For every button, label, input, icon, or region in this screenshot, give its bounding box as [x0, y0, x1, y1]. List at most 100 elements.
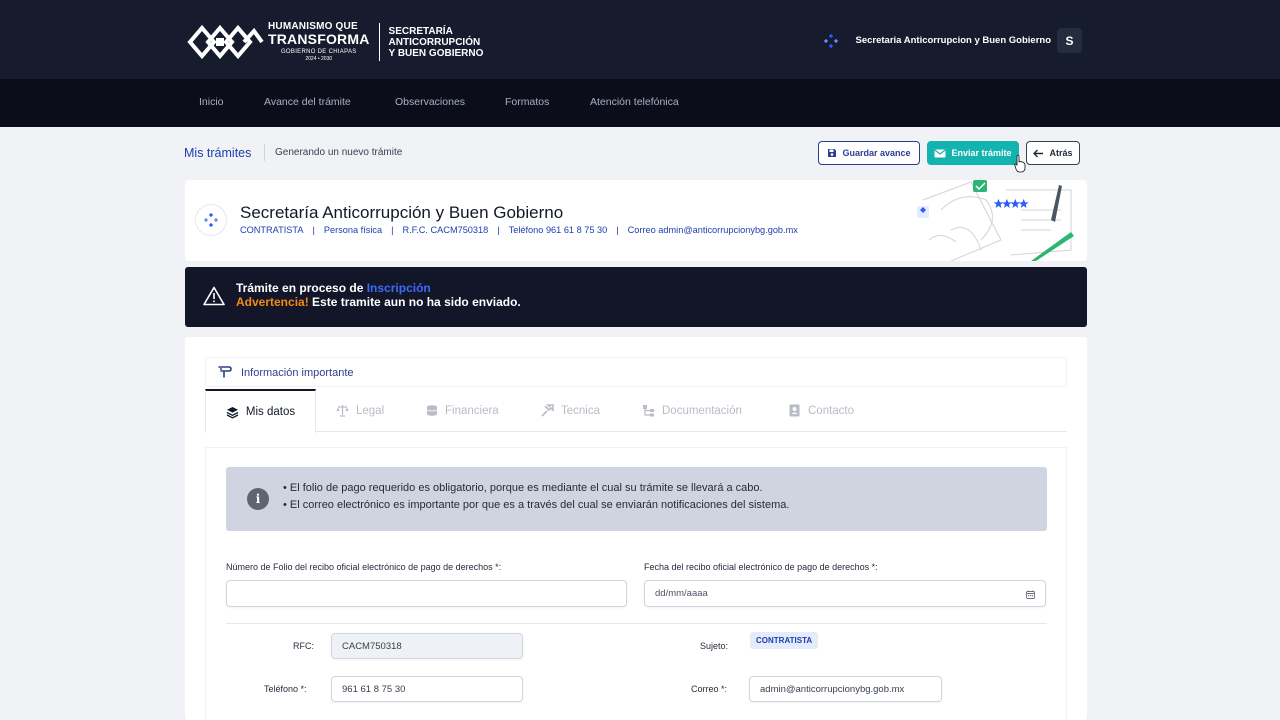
envelope-icon — [934, 149, 947, 157]
tools-icon — [541, 404, 554, 417]
nav-item-atencion[interactable]: Atención telefónica — [590, 96, 679, 108]
mouse-pointer-icon — [1014, 155, 1026, 173]
entity-type: CONTRATISTA — [240, 225, 304, 235]
fecha-label: Fecha del recibo oficial electrónico de … — [644, 562, 878, 572]
avatar[interactable]: S — [1057, 28, 1082, 53]
section-tabs: Mis datos Legal Financiera Tecnica Docum… — [205, 389, 1067, 433]
info-notice: i • El folio de pago requerido es obliga… — [226, 467, 1047, 531]
telefono-input[interactable]: 961 61 8 75 30 — [331, 676, 523, 702]
diamond-dots-icon — [823, 33, 838, 48]
important-info-label: Información importante — [241, 367, 354, 379]
entity-person-type: Persona física — [323, 225, 383, 235]
logo-divider — [378, 23, 380, 61]
main-nav: Inicio Avance del trámite Observaciones … — [0, 79, 1280, 127]
scale-icon — [336, 405, 349, 417]
notice-line2: • El correo electrónico es importante po… — [283, 499, 790, 511]
tab-tecnica[interactable]: Tecnica — [541, 389, 600, 432]
floppy-disk-icon — [828, 149, 837, 157]
send-procedure-label: Enviar trámite — [951, 148, 1012, 158]
breadcrumb-mis-tramites[interactable]: Mis trámites — [184, 146, 251, 160]
alert-status-line: Trámite en proceso de Inscripción — [236, 281, 431, 295]
meta-separator: | — [616, 225, 619, 235]
tab-content: i • El folio de pago requerido es obliga… — [205, 447, 1067, 720]
sujeto-label: Sujeto: — [700, 641, 729, 651]
entity-email: Correo admin@anticorrupcionybg.gob.mx — [627, 225, 798, 235]
sitemap-icon — [643, 405, 654, 417]
tab-documentacion-label: Documentación — [662, 404, 742, 417]
logo-line3: GOBIERNO DE CHIAPAS — [280, 49, 357, 55]
form-divider — [226, 623, 1047, 624]
alert-status-prefix: Trámite en proceso de — [236, 281, 367, 295]
save-progress-button[interactable]: Guardar avance — [818, 141, 920, 165]
info-icon: i — [247, 488, 269, 510]
back-label: Atrás — [1049, 148, 1073, 158]
logo-line2: TRANSFORMA — [268, 31, 370, 47]
rfc-label: RFC: — [293, 641, 314, 651]
arrow-left-icon — [1033, 149, 1044, 157]
fecha-placeholder: dd/mm/aaaa — [655, 588, 708, 599]
meta-separator: | — [391, 225, 394, 235]
org-name: SECRETARÍA ANTICORRUPCIÓN Y BUEN GOBIERN… — [389, 26, 484, 59]
tab-contacto-label: Contacto — [808, 404, 855, 417]
tab-contacto[interactable]: Contacto — [788, 389, 854, 432]
sujeto-badge: CONTRATISTA — [750, 632, 819, 649]
coins-icon — [426, 405, 438, 416]
tab-financiera[interactable]: Financiera — [425, 389, 499, 432]
alert-warning-text: Este tramite aun no ha sido enviado. — [308, 295, 521, 309]
nav-item-formatos[interactable]: Formatos — [505, 96, 549, 108]
org-line1: SECRETARÍA — [388, 25, 453, 37]
logo-icon — [187, 24, 264, 60]
important-info-link[interactable]: Información importante — [205, 357, 1067, 387]
main-panel: Información importante Mis datos Legal F… — [185, 337, 1087, 720]
meta-separator: | — [312, 225, 315, 235]
correo-input[interactable]: admin@anticorrupcionybg.gob.mx — [749, 676, 942, 702]
tab-mis-datos[interactable]: Mis datos — [205, 389, 316, 433]
alert-status-type: Inscripción — [366, 281, 431, 295]
entity-meta: CONTRATISTA | Persona física | R.F.C. CA… — [240, 225, 798, 235]
logo[interactable]: HUMANISMO QUE TRANSFORMA GOBIERNO DE CHI… — [186, 20, 483, 64]
telefono-label: Teléfono *: — [264, 684, 307, 694]
user-name: Secretaria Anticorrupcion y Buen Gobiern… — [855, 35, 1052, 46]
logo-line4: 2024 • 2030 — [305, 56, 333, 62]
entity-title: Secretaría Anticorrupción y Buen Gobiern… — [240, 203, 564, 222]
folio-label: Número de Folio del recibo oficial elect… — [226, 562, 502, 572]
folio-input[interactable] — [226, 580, 627, 607]
tab-documentacion[interactable]: Documentación — [642, 389, 742, 432]
breadcrumb-current: Generando un nuevo trámite — [275, 147, 403, 158]
calendar-icon[interactable] — [1026, 590, 1035, 599]
save-progress-label: Guardar avance — [842, 148, 911, 158]
meta-separator: | — [497, 225, 500, 235]
alert-warning-line: Advertencia! Este tramite aun no ha sido… — [236, 295, 521, 309]
top-header: HUMANISMO QUE TRANSFORMA GOBIERNO DE CHI… — [0, 0, 1280, 79]
rfc-input[interactable]: CACM750318 — [331, 633, 523, 659]
nav-item-inicio[interactable]: Inicio — [199, 96, 224, 108]
back-button[interactable]: Atrás — [1026, 141, 1080, 165]
nav-item-observaciones[interactable]: Observaciones — [395, 96, 465, 108]
user-menu[interactable]: Secretaria Anticorrupcion y Buen Gobiern… — [823, 28, 1082, 53]
tab-mis-datos-label: Mis datos — [245, 406, 296, 418]
diamond-dots-icon — [204, 213, 218, 227]
status-alert: Trámite en proceso de Inscripción Advert… — [185, 267, 1087, 327]
paperwork-illustration — [917, 180, 1074, 261]
nav-item-avance[interactable]: Avance del trámite — [264, 96, 351, 108]
tab-legal[interactable]: Legal — [336, 389, 384, 432]
info-hand-icon — [218, 366, 232, 378]
warning-triangle-icon — [203, 286, 225, 306]
fecha-input[interactable]: dd/mm/aaaa — [644, 580, 1046, 607]
alert-warning-label: Advertencia! — [236, 295, 309, 309]
entity-phone: Teléfono 961 61 8 75 30 — [508, 225, 608, 235]
entity-rfc: R.F.C. CACM750318 — [402, 225, 489, 235]
logo-wordmark: HUMANISMO QUE TRANSFORMA GOBIERNO DE CHI… — [268, 22, 370, 62]
entity-logo — [195, 204, 227, 236]
layers-icon — [226, 406, 239, 419]
correo-label: Correo *: — [691, 684, 728, 694]
tab-financiera-label: Financiera — [445, 404, 499, 417]
org-line3: Y BUEN GOBIERNO — [388, 47, 484, 59]
tab-legal-label: Legal — [356, 404, 385, 417]
send-procedure-button[interactable]: Enviar trámite — [927, 141, 1019, 165]
contact-icon — [789, 404, 800, 417]
org-line2: ANTICORRUPCIÓN — [388, 36, 481, 48]
notice-line1: • El folio de pago requerido es obligato… — [283, 482, 763, 494]
tab-tecnica-label: Tecnica — [561, 404, 600, 417]
entity-card: Secretaría Anticorrupción y Buen Gobiern… — [185, 180, 1087, 261]
